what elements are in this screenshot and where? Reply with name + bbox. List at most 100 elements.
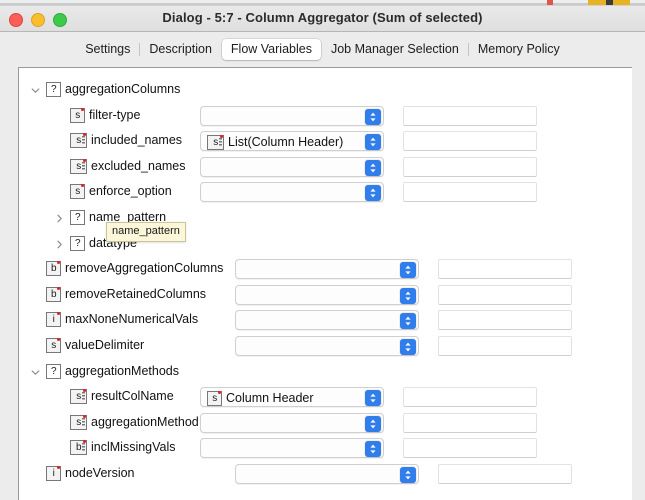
variable-row[interactable]: s enforce_option	[19, 179, 632, 205]
variable-name-label: nodeVersion	[65, 466, 135, 480]
screen-root: Dialog - 5:7 - Column Aggregator (Sum of…	[0, 0, 645, 500]
variable-row[interactable]: ? aggregationColumns	[19, 77, 632, 103]
panel-right-gutter	[632, 67, 645, 500]
variable-combo-box[interactable]: s List(Column Header)	[200, 131, 384, 152]
variable-combo-box[interactable]	[200, 105, 384, 126]
tab-description[interactable]: Description	[140, 39, 221, 60]
combo-stepper-icon[interactable]	[400, 467, 416, 483]
variable-combo-box[interactable]	[200, 438, 384, 459]
variable-row[interactable]: ? aggregationMethods	[19, 359, 632, 385]
variable-row[interactable]: b removeRetainedColumns	[19, 282, 632, 308]
variable-row[interactable]: s excluded_names	[19, 154, 632, 180]
tab-memory-policy[interactable]: Memory Policy	[469, 39, 569, 60]
variable-combo-box[interactable]	[235, 336, 419, 356]
string-type-icon: s	[70, 107, 85, 123]
variable-row[interactable]: b removeAggregationColumns	[19, 256, 632, 282]
list-type-bars	[82, 161, 85, 171]
variable-row[interactable]: i maxNoneNumericalVals	[19, 307, 632, 333]
tab-settings[interactable]: Settings	[76, 39, 139, 60]
variable-row[interactable]: s included_names s List(Column Header)	[19, 128, 632, 154]
dialog-window: Dialog - 5:7 - Column Aggregator (Sum of…	[0, 5, 645, 500]
list-type-bars	[82, 443, 85, 453]
variable-combo-box[interactable]	[200, 182, 384, 203]
variable-value-field[interactable]	[403, 182, 537, 203]
variable-name-label: filter-type	[89, 107, 141, 122]
variable-name-label: removeAggregationColumns	[65, 261, 224, 276]
variable-combo-box[interactable]	[235, 284, 419, 305]
chevron-right-icon[interactable]	[55, 240, 64, 249]
combo-stepper-icon[interactable]	[365, 134, 381, 151]
combo-value: s Column Header	[207, 389, 314, 407]
combo-stepper-icon[interactable]	[400, 262, 416, 279]
type-icon-dot	[57, 338, 60, 341]
variable-name-label: resultColName	[91, 389, 174, 404]
variable-row[interactable]: s aggregationMethod	[19, 410, 632, 436]
question-type-icon: ?	[70, 235, 85, 251]
variable-value-field[interactable]	[403, 156, 537, 177]
variable-row[interactable]: s resultColName s Column Header	[19, 384, 632, 410]
combo-stepper-icon[interactable]	[365, 415, 381, 432]
combo-value: s List(Column Header)	[207, 133, 343, 151]
chevron-down-icon[interactable]	[31, 86, 40, 95]
list-type-bars	[82, 392, 85, 402]
variable-name-label: enforce_option	[89, 184, 172, 199]
variable-combo-box[interactable]	[235, 464, 419, 484]
variable-value-field[interactable]	[438, 310, 572, 331]
string-list-type-icon: s	[70, 389, 87, 405]
tab-job-manager-selection[interactable]: Job Manager Selection	[322, 39, 468, 60]
variable-tree: ? aggregationColumns s filter-type s included…	[19, 68, 632, 500]
variable-name-label: maxNoneNumericalVals	[65, 312, 199, 327]
question-type-icon: ?	[46, 363, 61, 379]
variable-row[interactable]: s valueDelimiter	[19, 333, 632, 359]
variable-combo-box[interactable]	[235, 310, 419, 331]
tab-flow-variables[interactable]: Flow Variables	[221, 38, 321, 60]
variable-value-field[interactable]	[403, 131, 537, 152]
combo-stepper-icon[interactable]	[365, 441, 381, 458]
variable-combo-box[interactable]	[200, 412, 384, 433]
string-list-type-icon: s	[70, 133, 87, 149]
string-type-icon: s	[70, 184, 85, 200]
variable-name-label: excluded_names	[91, 158, 186, 173]
integer-type-icon: i	[46, 312, 61, 328]
variable-row[interactable]: i nodeVersion	[19, 461, 632, 487]
window-title: Dialog - 5:7 - Column Aggregator (Sum of…	[162, 10, 483, 25]
combo-stepper-icon[interactable]	[365, 159, 381, 176]
combo-stepper-icon[interactable]	[400, 287, 416, 304]
list-type-bars	[219, 137, 222, 147]
type-icon-dot	[81, 107, 84, 111]
variable-name-label: aggregationMethod	[91, 414, 199, 429]
combo-stepper-icon[interactable]	[365, 108, 381, 125]
variable-value-field[interactable]	[438, 464, 572, 484]
integer-type-icon: i	[46, 466, 61, 481]
variable-value-field[interactable]	[438, 336, 572, 356]
combo-stepper-icon[interactable]	[400, 339, 416, 355]
variable-value-field[interactable]	[438, 284, 572, 305]
string-type-icon: s	[207, 390, 222, 406]
string-list-type-icon: s	[207, 134, 224, 150]
variable-row[interactable]: b inclMissingVals	[19, 435, 632, 461]
combo-stepper-icon[interactable]	[365, 185, 381, 202]
type-icon-dot	[57, 286, 60, 290]
combo-stepper-icon[interactable]	[400, 313, 416, 330]
variable-combo-box[interactable]	[200, 156, 384, 177]
chevron-down-icon[interactable]	[31, 368, 40, 377]
variable-value-field[interactable]	[403, 387, 537, 408]
combo-stepper-icon[interactable]	[365, 390, 381, 407]
combo-value-text: List(Column Header)	[228, 135, 344, 150]
chevron-right-icon[interactable]	[55, 214, 64, 223]
string-type-icon: s	[46, 338, 61, 353]
tab-bar: Settings Description Flow Variables Job …	[0, 32, 645, 66]
variable-row[interactable]: s filter-type	[19, 103, 632, 129]
boolean-list-type-icon: b	[70, 440, 87, 456]
variable-value-field[interactable]	[403, 412, 537, 433]
variable-combo-box[interactable]: s Column Header	[200, 387, 384, 408]
variable-value-field[interactable]	[403, 105, 537, 126]
variable-combo-box[interactable]	[235, 259, 419, 280]
boolean-type-icon: b	[46, 261, 61, 277]
list-type-bars	[82, 136, 85, 146]
variable-value-field[interactable]	[438, 259, 572, 280]
string-list-type-icon: s	[70, 414, 87, 430]
variable-value-field[interactable]	[403, 438, 537, 459]
type-icon-dot	[57, 466, 60, 469]
list-type-bars	[82, 417, 85, 427]
